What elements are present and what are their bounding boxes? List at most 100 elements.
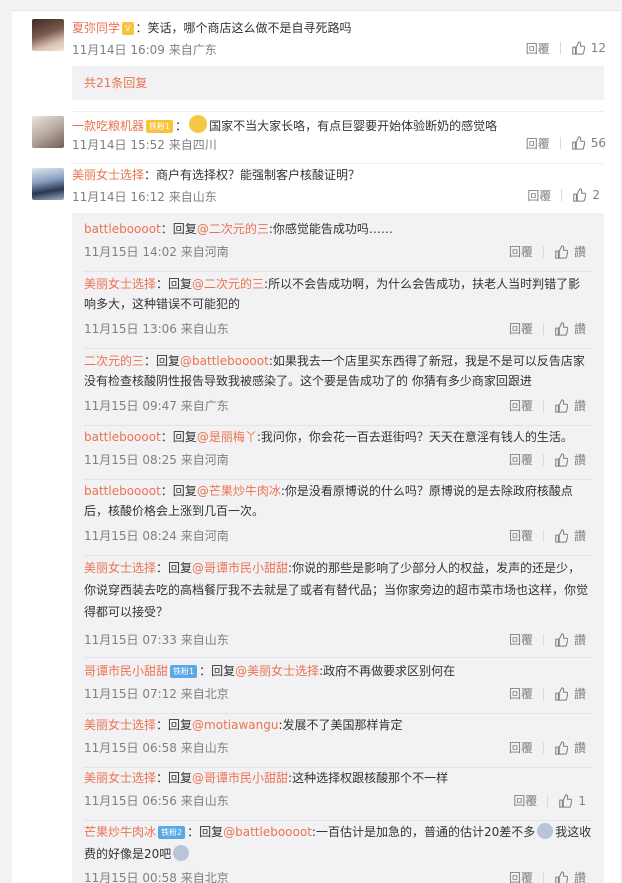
reply-actions: 回覆 讚	[509, 869, 586, 883]
thumbs-up-icon[interactable]	[558, 793, 573, 808]
username-link[interactable]: 哥谭市民小甜甜	[84, 664, 168, 678]
fan-badge: 铁粉2	[158, 826, 186, 839]
like-button[interactable]: 12	[571, 41, 606, 55]
reply-button[interactable]: 回覆	[527, 187, 551, 204]
reply-button[interactable]: 回覆	[526, 135, 550, 152]
divider	[542, 687, 544, 700]
reply-prefix: ：回复	[160, 222, 197, 236]
thumbs-up-icon[interactable]	[554, 870, 568, 883]
mention-link[interactable]: @motiawangu	[192, 718, 278, 732]
username-link[interactable]: battleboooot	[84, 222, 161, 236]
thumbs-up-icon[interactable]	[554, 398, 568, 413]
username-link[interactable]: 二次元的三	[84, 354, 144, 368]
username-link[interactable]: 美丽女士选择	[84, 277, 156, 291]
reply-content: battleboooot：回复@芒果炒牛肉冰:你是没看原博说的什么吗？原博说的是…	[84, 481, 592, 521]
timestamp: 11月15日 08:25	[84, 453, 177, 467]
reply-button[interactable]: 回覆	[509, 243, 533, 260]
reply-button[interactable]: 回覆	[509, 527, 533, 544]
reply-prefix: ：回复	[156, 561, 193, 575]
divider	[542, 529, 544, 542]
reply-actions: 回覆 讚	[509, 243, 586, 260]
reply-content: battleboooot：回复@是丽梅丫:我问你，你会花一百去逛街吗？天天在意淫…	[84, 427, 592, 447]
like-button[interactable]: 讚	[574, 739, 586, 756]
like-button[interactable]: 讚	[574, 451, 586, 468]
username-link[interactable]: 美丽女士选择	[72, 168, 144, 182]
avatar[interactable]	[32, 168, 64, 200]
like-button[interactable]: 讚	[574, 397, 586, 414]
reply-button[interactable]: 回覆	[509, 320, 533, 337]
like-button[interactable]: 讚	[574, 869, 586, 883]
like-button[interactable]: 讚	[574, 243, 586, 260]
more-replies-link[interactable]: 共21条回复	[72, 66, 604, 100]
timestamp: 11月15日 00:58	[84, 871, 177, 883]
like-button[interactable]: 56	[571, 136, 606, 150]
thumbs-up-icon[interactable]	[554, 528, 568, 543]
reply-text: :你感觉能告成功吗……	[268, 222, 393, 236]
emoji-icon	[537, 823, 554, 839]
thumbs-up-icon[interactable]	[554, 740, 568, 755]
username-link[interactable]: 夏弥同学	[72, 21, 120, 35]
reply-button[interactable]: 回覆	[509, 685, 533, 702]
reply-actions: 回覆 讚	[509, 685, 586, 702]
username-link[interactable]: battleboooot	[84, 484, 161, 498]
reply-button[interactable]: 回覆	[509, 397, 533, 414]
avatar[interactable]	[32, 116, 64, 148]
thumbs-up-icon[interactable]	[554, 452, 568, 467]
reply-prefix: ：回复	[144, 354, 181, 368]
mention-link[interactable]: @二次元的三	[197, 222, 269, 236]
mention-link[interactable]: @battleboooot	[180, 354, 269, 368]
reply-actions: 回覆 讚	[509, 397, 586, 414]
divider	[542, 399, 544, 412]
like-button[interactable]: 2	[572, 188, 600, 202]
mention-link[interactable]: @是丽梅丫	[197, 430, 257, 444]
comment-actions: 回覆 12	[526, 39, 606, 57]
reply-button[interactable]: 回覆	[509, 739, 533, 756]
mention-link[interactable]: @美丽女士选择	[235, 664, 319, 678]
mention-link[interactable]: @battleboooot	[223, 825, 312, 839]
reply-button[interactable]: 回覆	[509, 451, 533, 468]
reply-actions: 回覆 讚	[509, 631, 586, 648]
username-link[interactable]: 美丽女士选择	[84, 561, 156, 575]
like-button[interactable]: 讚	[574, 527, 586, 544]
location: 来自山东	[180, 633, 229, 647]
comment-meta: 11月14日 16:09 来自广东	[72, 41, 217, 58]
like-button[interactable]: 讚	[574, 631, 586, 648]
mention-link[interactable]: @二次元的三	[192, 277, 264, 291]
reply-text: :我问你，你会花一百去逛街吗？天天在意淫有钱人的生活。	[256, 430, 573, 444]
mention-link[interactable]: @芒果炒牛肉冰	[197, 484, 281, 498]
comment-text: ：笑话，哪个商店这么做不是自寻死路吗	[135, 21, 352, 35]
username-link[interactable]: 芒果炒牛肉冰	[84, 825, 156, 839]
reply-item: 二次元的三：回复@battleboooot:如果我去一个店里买东西得了新冠，我是…	[84, 351, 592, 426]
username-link[interactable]: 美丽女士选择	[84, 718, 156, 732]
mention-link[interactable]: @哥谭市民小甜甜	[192, 561, 288, 575]
reply-button[interactable]: 回覆	[509, 869, 533, 883]
reply-meta: 11月15日 08:24 来自河南	[84, 527, 229, 544]
username-link[interactable]: 一款吃粮机器	[72, 119, 144, 133]
comment-text: ：	[175, 119, 188, 133]
like-button[interactable]: 讚	[574, 320, 586, 337]
mention-link[interactable]: @哥谭市民小甜甜	[192, 771, 288, 785]
thumbs-up-icon[interactable]	[554, 632, 568, 647]
reply-item: battleboooot：回复@二次元的三:你感觉能告成功吗…… 11月15日 …	[84, 219, 592, 272]
reply-button[interactable]: 回覆	[509, 631, 533, 648]
thumbs-up-icon[interactable]	[554, 686, 568, 701]
location: 来自河南	[180, 245, 229, 259]
reply-meta: 11月15日 07:33 来自山东	[84, 631, 229, 648]
like-count[interactable]: 1	[578, 794, 586, 808]
username-link[interactable]: battleboooot	[84, 430, 161, 444]
like-button[interactable]: 讚	[574, 685, 586, 702]
thumbs-up-icon[interactable]	[554, 321, 568, 336]
thumbs-up-icon[interactable]	[554, 244, 568, 259]
reply-button[interactable]: 回覆	[513, 792, 537, 809]
reply-button[interactable]: 回覆	[526, 40, 550, 57]
divider	[84, 348, 592, 349]
comment-meta: 11月14日 15:52 来自四川	[72, 136, 217, 153]
divider	[542, 245, 544, 258]
reply-item: battleboooot：回复@是丽梅丫:我问你，你会花一百去逛街吗？天天在意淫…	[84, 427, 592, 480]
username-link[interactable]: 美丽女士选择	[84, 771, 156, 785]
reply-actions: 回覆 讚	[509, 320, 586, 337]
divider	[72, 111, 604, 112]
avatar[interactable]	[32, 19, 64, 51]
reply-prefix: ：回复	[199, 664, 236, 678]
thumbs-up-icon	[573, 188, 587, 202]
